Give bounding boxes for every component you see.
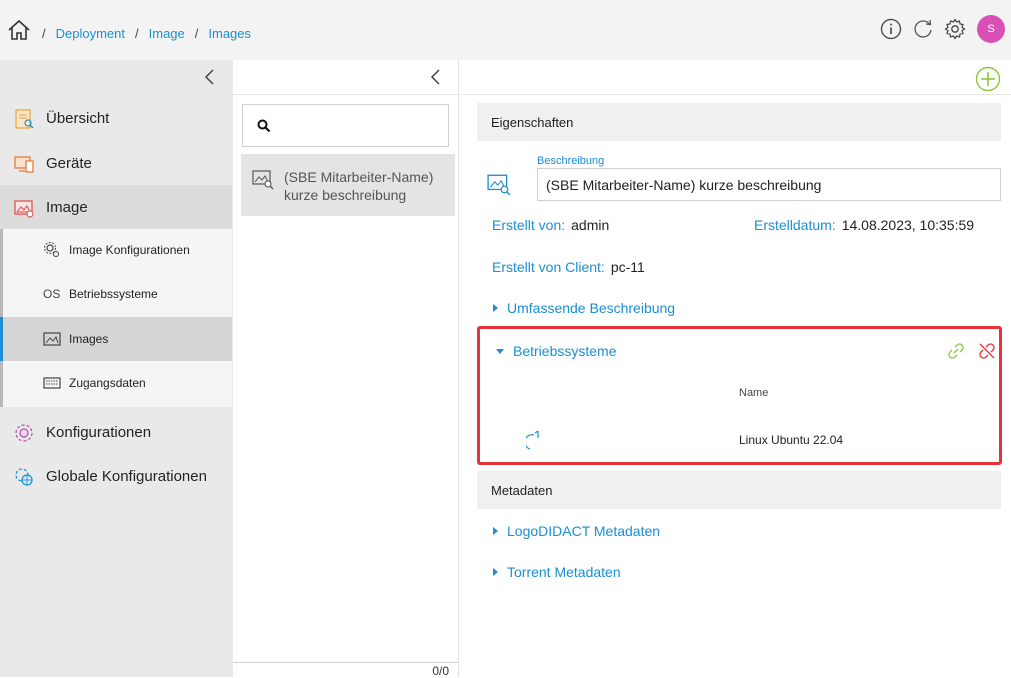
sidebar-item-label: Image (46, 199, 88, 216)
sidebar-item-konfigurationen[interactable]: Konfigurationen (0, 410, 232, 455)
breadcrumb: / Deployment / Image / Images (42, 26, 252, 41)
betriebssysteme-toggle[interactable]: Betriebssysteme (496, 343, 616, 359)
sidebar-item-label: Konfigurationen (46, 424, 152, 441)
image-search-icon (487, 174, 511, 196)
global-configurations-icon (15, 467, 33, 486)
loading-spinner-icon (526, 430, 539, 450)
image-small-icon (43, 332, 61, 346)
os-text-icon: OS (43, 287, 61, 301)
divider (460, 94, 1011, 95)
erstellt-client-field: Erstellt von Client: pc-11 (492, 259, 645, 275)
caret-right-icon (493, 304, 498, 312)
erstellt-von-value: admin (571, 217, 610, 233)
chevron-left-icon[interactable] (203, 68, 217, 86)
link-icon[interactable] (946, 341, 966, 361)
sidebar-subitem-zugangsdaten[interactable]: Zugangsdaten (0, 361, 232, 405)
erstellt-von-field: Erstellt von: admin (492, 217, 609, 233)
caret-right-icon (493, 568, 498, 576)
erstelldatum-label: Erstelldatum: (754, 217, 836, 233)
umfassende-beschreibung-label: Umfassende Beschreibung (507, 300, 676, 316)
os-row-name[interactable]: Linux Ubuntu 22.04 (739, 433, 843, 447)
sidebar-subitem-label: Betriebssysteme (69, 287, 158, 301)
breadcrumb-images[interactable]: Images (208, 26, 251, 41)
sidebar-item-label: Übersicht (46, 110, 110, 127)
info-icon[interactable] (879, 17, 903, 41)
torrent-metadaten-toggle[interactable]: Torrent Metadaten (493, 564, 621, 580)
sidebar-subitem-label: Image Konfigurationen (69, 243, 190, 257)
detail-panel: Eigenschaften Beschreibung (SBE Mitarbei… (460, 60, 1011, 677)
column-header-name: Name (739, 387, 769, 399)
keyboard-icon (43, 377, 61, 389)
caret-down-icon (496, 348, 504, 354)
home-icon[interactable] (7, 18, 31, 42)
erstellt-von-label: Erstellt von: (492, 217, 566, 233)
sidebar-item-globale-konfigurationen[interactable]: Globale Konfigurationen (0, 454, 232, 499)
breadcrumb-image[interactable]: Image (149, 26, 185, 41)
erstellt-client-value: pc-11 (610, 259, 645, 275)
settings-gear-icon[interactable] (943, 17, 967, 41)
image-icon (14, 199, 34, 217)
caret-right-icon (493, 527, 498, 535)
devices-icon (14, 155, 34, 173)
gears-icon (44, 242, 59, 257)
search-input[interactable] (242, 104, 449, 147)
overview-icon (15, 108, 34, 129)
search-icon (257, 119, 271, 133)
beschreibung-input[interactable]: (SBE Mitarbeiter-Name) kurze beschreibun… (537, 168, 1001, 201)
erstelldatum-field: Erstelldatum: 14.08.2023, 10:35:59 (754, 217, 974, 233)
user-avatar[interactable]: S (977, 15, 1005, 43)
list-item-label: (SBE Mitarbeiter-Name) kurze beschreibun… (284, 169, 434, 203)
sidebar-subitem-betriebssysteme[interactable]: OS Betriebssysteme (0, 272, 232, 316)
sidebar-subitem-images[interactable]: Images (0, 317, 232, 361)
sidebar-item-label: Geräte (46, 155, 92, 172)
beschreibung-label: Beschreibung (537, 155, 605, 167)
sidebar-item-image[interactable]: Image (0, 185, 232, 230)
images-list-panel: (SBE Mitarbeiter-Name) kurze beschreibun… (233, 60, 459, 678)
breadcrumb-deployment[interactable]: Deployment (56, 26, 125, 41)
erstellt-client-label: Erstellt von Client: (492, 259, 605, 275)
sidebar-item-label: Globale Konfigurationen (46, 468, 207, 485)
header-actions: S (879, 15, 1005, 43)
betriebssysteme-title: Betriebssysteme (513, 343, 617, 359)
sidebar-item-uebersicht[interactable]: Übersicht (0, 96, 232, 141)
chevron-left-icon[interactable] (429, 68, 443, 86)
umfassende-beschreibung-toggle[interactable]: Umfassende Beschreibung (493, 300, 675, 316)
erstelldatum-value: 14.08.2023, 10:35:59 (841, 217, 975, 233)
sidebar-item-geraete[interactable]: Geräte (0, 141, 232, 186)
section-eigenschaften: Eigenschaften (477, 103, 1001, 141)
divider (233, 94, 459, 95)
sidebar-subitem-label: Images (69, 332, 109, 346)
list-item[interactable]: (SBE Mitarbeiter-Name) kurze beschreibun… (241, 154, 455, 216)
unlink-icon[interactable] (977, 341, 997, 361)
refresh-icon[interactable] (911, 17, 935, 41)
torrent-metadaten-label: Torrent Metadaten (507, 564, 621, 580)
pager: 0/0 (233, 662, 459, 678)
section-metadaten: Metadaten (477, 471, 1001, 509)
sidebar-subitem-image-konfigurationen[interactable]: Image Konfigurationen (0, 228, 232, 272)
sidebar-subitem-label: Zugangsdaten (69, 376, 146, 390)
image-search-icon (252, 170, 274, 190)
add-circle-icon[interactable] (975, 66, 1001, 92)
logodidact-metadaten-label: LogoDIDACT Metadaten (507, 523, 661, 539)
betriebssysteme-section: Betriebssysteme Name Linux Ubuntu 22.04 (477, 326, 1002, 465)
pager-count: 0/0 (432, 664, 449, 678)
sidebar: Übersicht Geräte Image Image Konfigurati… (0, 60, 233, 677)
top-header: / Deployment / Image / Images S (0, 0, 1011, 60)
logodidact-metadaten-toggle[interactable]: LogoDIDACT Metadaten (493, 523, 660, 539)
configurations-icon (15, 423, 33, 442)
